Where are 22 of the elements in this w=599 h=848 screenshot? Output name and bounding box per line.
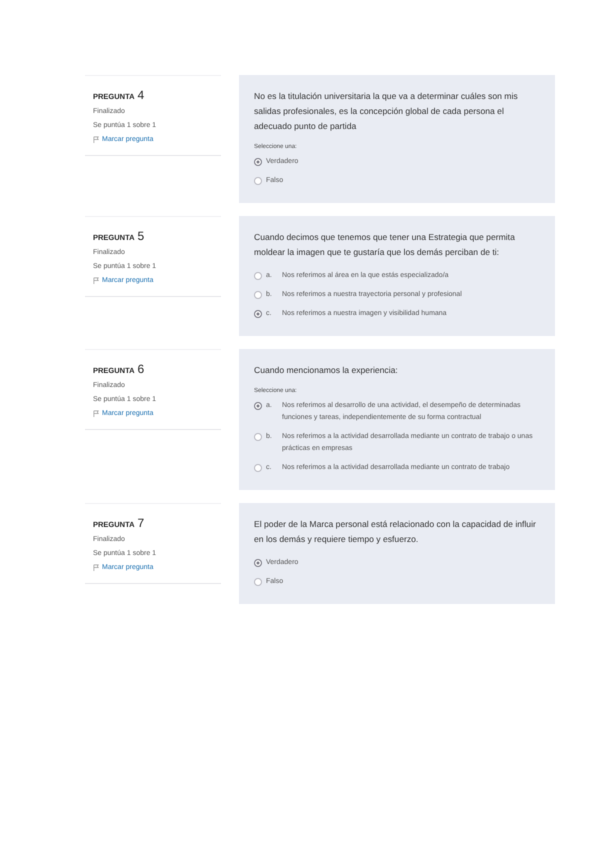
radio-button[interactable] — [254, 559, 262, 567]
radio-button[interactable] — [254, 272, 262, 280]
question-text: No es la titulación universitaria la que va a determinar cuáles son mis salidas profesionales, es la concepción global de cada persona el adecuado punto de partida — [254, 90, 519, 133]
radio-button[interactable] — [254, 464, 262, 472]
question-text: Cuando mencionamos la experiencia: — [254, 364, 399, 377]
flag-icon[interactable] — [93, 410, 100, 417]
question-number: 7 — [138, 516, 144, 530]
radio-button[interactable] — [254, 433, 262, 441]
flag-icon[interactable] — [93, 277, 100, 284]
radio-button[interactable] — [254, 578, 262, 586]
radio-button[interactable] — [254, 310, 262, 318]
question-text: El poder de la Marca personal está relacionado con la capacidad de influir en los demás y requiere tiempo y esfuerzo. — [254, 518, 537, 546]
question-text: Cuando decimos que tenemos que tener una Estrategia que permita moldear la imagen que te gustaría que los demás perciban de ti: — [254, 231, 516, 259]
question-number: 5 — [138, 229, 144, 243]
radio-button[interactable] — [254, 158, 262, 166]
question-number: 4 — [138, 88, 144, 102]
flag-icon[interactable] — [93, 564, 100, 571]
flag-icon[interactable] — [93, 136, 100, 143]
radio-button[interactable] — [254, 291, 262, 299]
radio-button[interactable] — [254, 177, 262, 185]
radio-button[interactable] — [254, 402, 262, 410]
question-number: 6 — [138, 362, 144, 376]
